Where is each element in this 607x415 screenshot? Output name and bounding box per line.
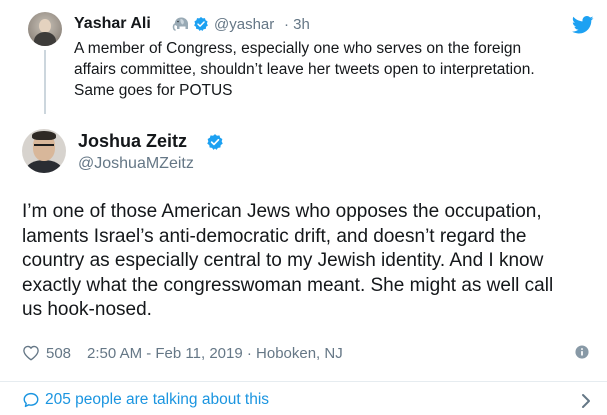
yashar-avatar[interactable]	[28, 12, 62, 46]
quoted-author-name[interactable]: Yashar Ali	[74, 15, 151, 33]
tweet-timestamp[interactable]: 2:50 AM - Feb 11, 2019 · Hoboken, NJ	[87, 345, 343, 362]
verified-badge-icon	[194, 17, 208, 31]
quoted-author-handle[interactable]: @yashar	[214, 16, 274, 33]
twitter-bird-icon[interactable]	[572, 16, 594, 34]
main-tweet-line: exactly what the congresswoman meant. Sh…	[22, 274, 554, 296]
main-author-handle[interactable]: @JoshuaMZeitz	[78, 155, 194, 173]
quoted-tweet-line: Same goes for POTUS	[74, 82, 233, 99]
quoted-tweet-line: A member of Congress, especially one who…	[74, 40, 522, 57]
talking-about-text: 205 people are talking about this	[45, 391, 270, 408]
quoted-tweet-line: affairs committee, shouldn’t leave her t…	[74, 61, 535, 78]
joshua-avatar[interactable]	[22, 129, 66, 173]
talking-about-link[interactable]: 205 people are talking about this	[22, 390, 269, 410]
main-tweet-text: I’m one of those American Jews who oppos…	[22, 200, 602, 323]
quoted-tweet-time[interactable]: · 3h	[284, 16, 310, 33]
footer-divider	[0, 381, 607, 382]
main-tweet-line: laments Israel’s anti-democratic drift, …	[22, 225, 527, 247]
heart-icon[interactable]	[22, 344, 40, 362]
comment-bubble-icon	[23, 392, 39, 408]
info-icon[interactable]	[575, 345, 589, 359]
main-author-name[interactable]: Joshua Zeitz	[78, 131, 187, 152]
quoted-tweet-text: A member of Congress, especially one who…	[74, 38, 594, 101]
tweet-meta-row: 508 2:50 AM - Feb 11, 2019 · Hoboken, NJ	[22, 342, 343, 364]
main-tweet-line: us hook-nosed.	[22, 299, 152, 320]
main-tweet-line: country as especially central to my Jewi…	[22, 250, 544, 271]
main-tweet-line: I’m one of those American Jews who oppos…	[22, 201, 542, 222]
like-count[interactable]: 508	[46, 345, 71, 362]
verified-badge-icon	[207, 134, 223, 150]
elephant-icon	[172, 17, 189, 31]
thread-connector-line	[44, 50, 46, 114]
chevron-right-icon[interactable]	[580, 393, 592, 409]
